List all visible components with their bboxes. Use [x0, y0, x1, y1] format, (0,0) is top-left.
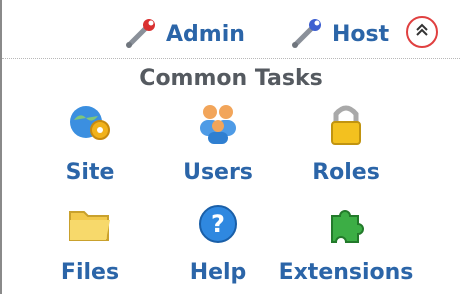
- wrench-admin-icon: [122, 16, 158, 52]
- control-panel: Admin Host Common Tasks Site Users Roles…: [0, 0, 460, 294]
- task-roles[interactable]: Roles: [266, 98, 426, 185]
- task-roles-label: Roles: [312, 160, 380, 185]
- svg-text:?: ?: [211, 210, 225, 238]
- common-tasks-title: Common Tasks: [139, 66, 323, 91]
- host-link[interactable]: Host: [288, 14, 389, 54]
- host-label: Host: [332, 21, 390, 47]
- puzzle-piece-icon: [266, 198, 426, 254]
- wrench-host-icon: [288, 16, 324, 52]
- chevron-double-up-icon: [414, 22, 430, 42]
- task-extensions[interactable]: Extensions: [266, 198, 426, 285]
- control-panel-toolbar: Admin Host: [2, 0, 460, 59]
- collapse-button[interactable]: [406, 16, 438, 48]
- admin-label: Admin: [166, 21, 245, 47]
- admin-link[interactable]: Admin: [122, 14, 245, 54]
- padlock-icon: [266, 98, 426, 154]
- task-extensions-label: Extensions: [278, 260, 414, 285]
